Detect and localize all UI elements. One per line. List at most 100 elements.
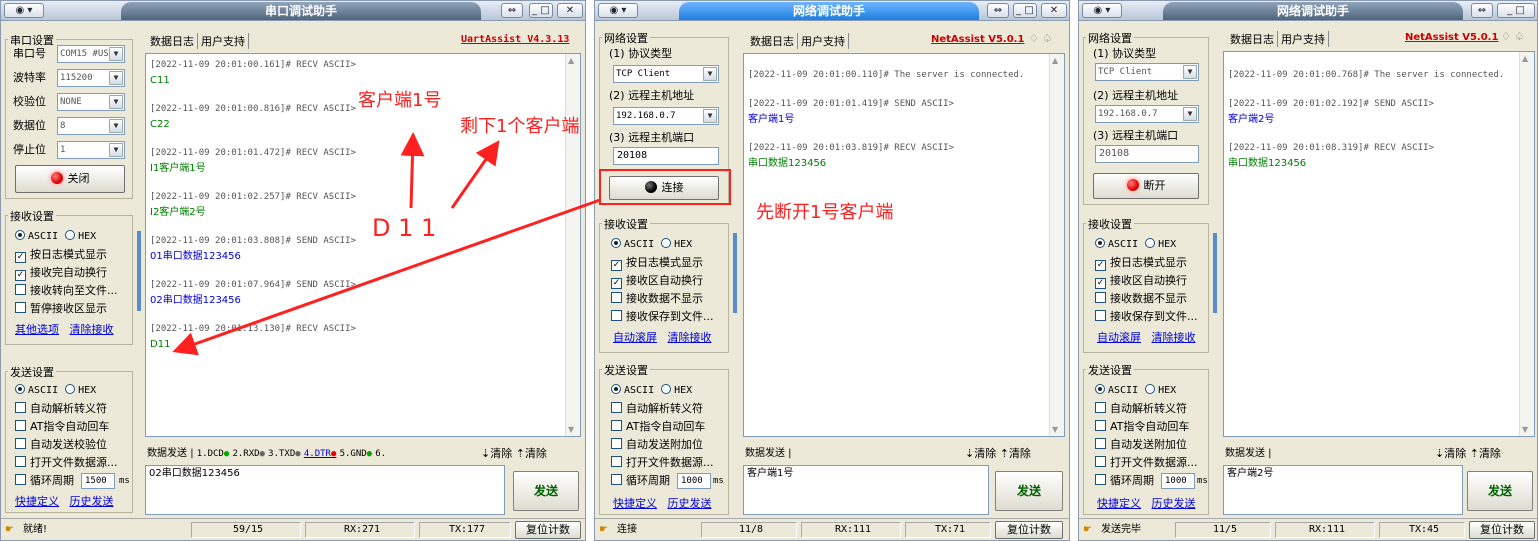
send-opt-1[interactable]: AT指令自动回车 [611, 418, 705, 436]
pin-icon[interactable]: ⇔ [501, 3, 523, 18]
clear-send-button[interactable]: 清除 [490, 447, 512, 460]
log-scrollbar[interactable]: ▲ ▼ [565, 54, 580, 436]
tab-data-send[interactable]: 数据发送 [1225, 448, 1265, 459]
panel-splitter[interactable] [733, 233, 737, 313]
scroll-down-icon[interactable]: ▼ [1522, 425, 1528, 434]
scroll-down-icon[interactable]: ▼ [568, 425, 574, 434]
tab-data-send[interactable]: 数据发送 [745, 448, 785, 459]
checkbox[interactable] [15, 474, 26, 485]
checkbox[interactable] [611, 420, 622, 431]
recv-opt-3[interactable]: 暂停接收区显示 [15, 300, 107, 318]
ascii-radio[interactable] [611, 384, 621, 394]
send-button[interactable]: 发送 [1467, 471, 1533, 511]
history-send-link[interactable]: 历史发送 [1152, 497, 1196, 510]
baud-select[interactable]: 115200 ▼ [57, 69, 125, 87]
log-scrollbar[interactable]: ▲ ▼ [1049, 54, 1064, 436]
port-select[interactable]: COM15 #US ▼ [57, 45, 125, 63]
ascii-radio[interactable] [15, 384, 25, 394]
quick-define-link[interactable]: 快捷定义 [15, 495, 59, 508]
clear-up-icon[interactable]: ⇡ [1470, 447, 1479, 460]
receive-log[interactable]: [2022-11-09 20:01:00.768]# The server is… [1223, 51, 1535, 437]
recv-opt-1[interactable]: ✓ 接收区自动换行 [1095, 272, 1187, 290]
hex-radio[interactable] [661, 384, 672, 394]
checkbox[interactable] [611, 310, 622, 321]
checkbox[interactable] [611, 292, 622, 303]
close-icon[interactable]: ✕ [557, 3, 583, 18]
scroll-up-icon[interactable]: ▲ [1522, 54, 1528, 63]
hex-radio[interactable] [661, 238, 672, 248]
disconnect-button[interactable]: 断开 [1093, 173, 1199, 199]
tab-data-log[interactable]: 数据日志 [1227, 31, 1278, 47]
tab-user-support[interactable]: 用户支持 [1278, 31, 1329, 47]
checkbox[interactable] [15, 438, 26, 449]
checkbox[interactable] [1095, 456, 1106, 467]
clear-receive-link[interactable]: 清除接收 [1152, 331, 1196, 344]
quick-define-link[interactable]: 快捷定义 [1097, 497, 1141, 510]
send-opt-3[interactable]: 打开文件数据源... [1095, 454, 1198, 472]
signal-6[interactable]: 6. [375, 449, 386, 459]
menu-icon[interactable]: ◉ ▾ [598, 3, 638, 18]
ascii-radio[interactable] [611, 238, 621, 248]
log-scrollbar[interactable]: ▲ ▼ [1519, 52, 1534, 436]
panel-splitter[interactable] [137, 231, 141, 311]
tab-data-send[interactable]: 数据发送 [147, 448, 187, 459]
stopbits-select[interactable]: 1 ▼ [57, 141, 125, 159]
clear-down-icon[interactable]: ⇣ [481, 447, 490, 460]
checkbox[interactable] [15, 302, 26, 313]
settings-icons[interactable]: ♢ ♤ [1501, 28, 1524, 46]
send-opt-cycle[interactable]: 循环周期 [1095, 472, 1154, 490]
checkbox[interactable] [1095, 474, 1106, 485]
recv-opt-3[interactable]: 接收保存到文件... [1095, 308, 1198, 326]
version-label[interactable]: NetAssist V5.0.1 [931, 31, 1024, 49]
hex-radio[interactable] [1145, 238, 1156, 248]
checkbox[interactable] [611, 474, 622, 485]
parity-select[interactable]: NONE ▼ [57, 93, 125, 111]
send-button[interactable]: 发送 [513, 471, 579, 511]
checkbox[interactable]: ✓ [611, 260, 622, 271]
host-select[interactable]: 192.168.0.7 ▼ [1095, 105, 1199, 123]
clear-down-icon[interactable]: ⇣ [1435, 447, 1444, 460]
settings-icons[interactable]: ♢ ♤ [1029, 30, 1052, 48]
receive-log[interactable]: [2022-11-09 20:01:00.161]# RECV ASCII> C1… [145, 53, 581, 437]
signal-gnd[interactable]: 5.GND● [340, 449, 373, 459]
send-opt-0[interactable]: 自动解析转义符 [15, 400, 107, 418]
history-send-link[interactable]: 历史发送 [70, 495, 114, 508]
recv-opt-2[interactable]: 接收数据不显示 [611, 290, 703, 308]
clear-send-button[interactable]: 清除 [1444, 447, 1466, 460]
scroll-down-icon[interactable]: ▼ [1052, 425, 1058, 434]
pin-icon[interactable]: ⇔ [987, 3, 1009, 18]
clear-all-button[interactable]: 清除 [525, 447, 547, 460]
clear-all-button[interactable]: 清除 [1009, 447, 1031, 460]
send-input[interactable]: 客户端1号 [743, 465, 989, 515]
ascii-radio[interactable] [15, 230, 25, 240]
hex-radio[interactable] [1145, 384, 1156, 394]
checkbox[interactable] [1095, 292, 1106, 303]
checkbox[interactable] [15, 456, 26, 467]
send-opt-0[interactable]: 自动解析转义符 [611, 400, 703, 418]
checkbox[interactable] [611, 438, 622, 449]
port-input[interactable]: 20108 [1095, 145, 1199, 163]
checkbox[interactable] [15, 402, 26, 413]
reset-count-button[interactable]: 复位计数 [995, 521, 1063, 539]
scroll-up-icon[interactable]: ▲ [568, 56, 574, 65]
send-opt-2[interactable]: 自动发送校验位 [15, 436, 107, 454]
minimize-icon[interactable]: _ □ [1013, 3, 1037, 18]
send-opt-3[interactable]: 打开文件数据源... [15, 454, 118, 472]
send-opt-3[interactable]: 打开文件数据源... [611, 454, 714, 472]
checkbox[interactable] [611, 456, 622, 467]
minimize-icon[interactable]: _ □ [529, 3, 553, 18]
ascii-radio[interactable] [1095, 384, 1105, 394]
checkbox[interactable] [1095, 438, 1106, 449]
send-input[interactable]: 02串口数据123456 [145, 465, 505, 515]
send-opt-cycle[interactable]: 循环周期 [611, 472, 670, 490]
checkbox[interactable] [1095, 402, 1106, 413]
clear-receive-link[interactable]: 清除接收 [668, 331, 712, 344]
send-input[interactable]: 客户端2号 [1223, 465, 1463, 515]
recv-opt-0[interactable]: ✓ 按日志模式显示 [611, 254, 703, 272]
checkbox[interactable] [15, 284, 26, 295]
checkbox[interactable]: ✓ [1095, 260, 1106, 271]
tab-data-log[interactable]: 数据日志 [147, 33, 198, 49]
checkbox[interactable]: ✓ [611, 278, 622, 289]
recv-opt-2[interactable]: 接收转向至文件... [15, 282, 118, 300]
send-opt-2[interactable]: 自动发送附加位 [1095, 436, 1187, 454]
